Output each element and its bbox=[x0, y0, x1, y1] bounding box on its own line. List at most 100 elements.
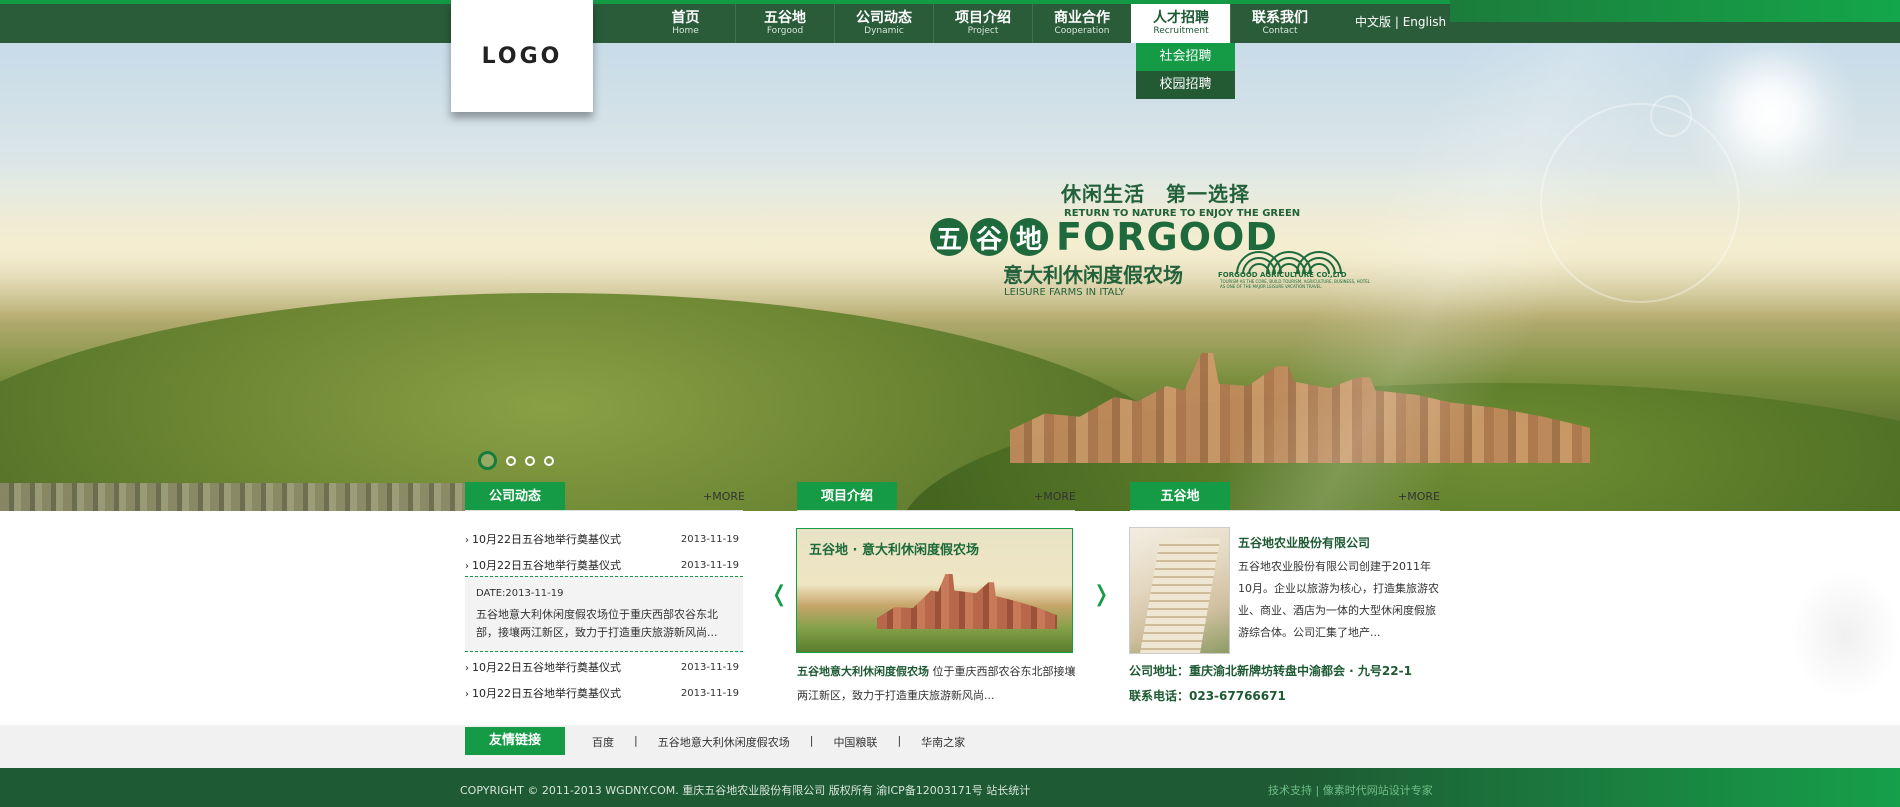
tab-news[interactable]: 公司动态 bbox=[465, 482, 565, 511]
company-intro: 五谷地农业股份有限公司创建于2011年10月。企业以旅游为核心，打造集旅游农业、… bbox=[1238, 560, 1439, 639]
nav-sublabel: Home bbox=[672, 26, 699, 36]
nav-sublabel: Dynamic bbox=[864, 26, 904, 36]
project-image-title: 五谷地 · 意大利休闲度假农场 bbox=[809, 543, 979, 558]
nav-label: 商业合作 bbox=[1054, 10, 1110, 26]
language-switch: 中文版 | English bbox=[1355, 13, 1446, 30]
dropdown-item-campus[interactable]: 校园招聘 bbox=[1136, 71, 1235, 99]
slider-pagination bbox=[478, 451, 563, 470]
hero-slogan: 休闲生活 第一选择 bbox=[1061, 182, 1250, 206]
chevron-right-icon: › bbox=[465, 689, 469, 700]
tab-project[interactable]: 项目介绍 bbox=[797, 482, 897, 511]
hero-brand: 五 谷 地 FORGOOD bbox=[930, 215, 1278, 259]
news-title: 10月22日五谷地举行奠基仪式 bbox=[472, 559, 621, 572]
news-title: 10月22日五谷地举行奠基仪式 bbox=[472, 687, 621, 700]
link-item[interactable]: 华南之家 bbox=[921, 734, 965, 750]
company-tagline: TOURISM AS THE CORE, BUILD TOURISM, AGRI… bbox=[1220, 279, 1371, 289]
brand-char: 五 bbox=[930, 218, 968, 256]
logo-text: LOGO bbox=[481, 43, 563, 69]
divider bbox=[797, 510, 1075, 511]
project-description: 五谷地意大利休闲度假农场 位于重庆西部农谷东北部接壤两江新区，致力于打造重庆旅游… bbox=[797, 660, 1077, 708]
chevron-right-icon: › bbox=[465, 561, 469, 572]
news-list-top: › 10月22日五谷地举行奠基仪式 2013-11-19 › 10月22日五谷地举行… bbox=[465, 527, 743, 579]
news-item[interactable]: › 10月22日五谷地举行奠基仪式 2013-11-19 bbox=[465, 681, 743, 707]
nav-item-project[interactable]: 项目介绍 Project bbox=[933, 4, 1032, 43]
lang-english-link[interactable]: English bbox=[1403, 15, 1446, 29]
nav-item-contact[interactable]: 联系我们 Contact bbox=[1230, 4, 1329, 43]
nav-sublabel: Contact bbox=[1262, 26, 1298, 36]
link-separator: | bbox=[634, 734, 638, 747]
chevron-right-icon: › bbox=[465, 535, 469, 546]
divider bbox=[465, 510, 743, 511]
company-address: 公司地址：重庆渝北新牌坊转盘中渝都会 · 九号22-1 bbox=[1129, 664, 1412, 678]
news-list-bottom: › 10月22日五谷地举行奠基仪式 2013-11-19 › 10月22日五谷地举行… bbox=[465, 655, 743, 707]
nav-label: 公司动态 bbox=[856, 10, 912, 26]
company-building-image[interactable] bbox=[1129, 527, 1230, 654]
company-phone: 联系电话：023-67766671 bbox=[1129, 689, 1286, 703]
hero-subtitle: 意大利休闲度假农场 bbox=[1003, 263, 1183, 287]
lang-separator: | bbox=[1394, 15, 1399, 29]
nav-label: 五谷地 bbox=[764, 10, 806, 26]
news-featured-text: 五谷地意大利休闲度假农场位于重庆西部农谷东北部，接壤两江新区，致力于打造重庆旅游… bbox=[476, 608, 718, 639]
slider-dot[interactable] bbox=[506, 455, 516, 466]
news-date: 2013-11-19 bbox=[680, 534, 739, 545]
nav-sublabel: Project bbox=[967, 26, 999, 36]
carousel-prev-button[interactable]: ❬ bbox=[770, 582, 788, 607]
lang-chinese-link[interactable]: 中文版 bbox=[1355, 15, 1391, 29]
project-image-towers bbox=[877, 574, 1057, 629]
link-separator: | bbox=[897, 734, 902, 747]
wheat-decoration bbox=[1790, 570, 1900, 700]
news-featured-date: DATE:2013-11-19 bbox=[476, 588, 564, 599]
nav-item-forgood[interactable]: 五谷地 Forgood bbox=[735, 4, 834, 43]
nav-label: 项目介绍 bbox=[955, 10, 1011, 26]
dropdown-item-social[interactable]: 社会招聘 bbox=[1136, 43, 1235, 71]
recruitment-dropdown: 社会招聘 校园招聘 bbox=[1136, 43, 1235, 99]
link-item[interactable]: 五谷地意大利休闲度假农场 bbox=[658, 734, 790, 750]
news-item[interactable]: › 10月22日五谷地举行奠基仪式 2013-11-19 bbox=[465, 527, 743, 553]
project-more-link[interactable]: +MORE bbox=[1034, 490, 1076, 503]
news-featured[interactable]: DATE:2013-11-19 五谷地意大利休闲度假农场位于重庆西部农谷东北部，… bbox=[465, 576, 743, 652]
news-title: 10月22日五谷地举行奠基仪式 bbox=[472, 533, 621, 546]
brand-char: 谷 bbox=[970, 218, 1008, 256]
news-title: 10月22日五谷地举行奠基仪式 bbox=[472, 661, 621, 674]
nav-label: 人才招聘 bbox=[1153, 10, 1209, 26]
logo[interactable]: LOGO bbox=[451, 0, 593, 112]
slider-dot[interactable] bbox=[478, 451, 497, 470]
forgood-more-link[interactable]: +MORE bbox=[1398, 490, 1440, 503]
company-emblem-icon bbox=[1236, 251, 1342, 274]
nav-item-cooperation[interactable]: 商业合作 Cooperation bbox=[1032, 4, 1131, 43]
hero-subtitle-en: LEISURE FARMS IN ITALY bbox=[1004, 287, 1125, 298]
carousel-next-button[interactable]: ❭ bbox=[1092, 582, 1110, 607]
news-more-link[interactable]: +MORE bbox=[703, 490, 745, 503]
tab-friendly-links: 友情链接 bbox=[465, 727, 565, 755]
news-date: 2013-11-19 bbox=[680, 688, 739, 699]
link-item[interactable]: 百度 bbox=[592, 734, 614, 750]
nav-item-dynamic[interactable]: 公司动态 Dynamic bbox=[834, 4, 933, 43]
nav-item-recruitment[interactable]: 人才招聘 Recruitment bbox=[1131, 4, 1230, 43]
slider-dot[interactable] bbox=[544, 455, 554, 466]
nav-sublabel: Recruitment bbox=[1153, 26, 1209, 36]
nav-label: 首页 bbox=[671, 10, 700, 26]
company-name-en: FORGOOD AGRICULTURE CO.,LTD bbox=[1218, 271, 1347, 279]
nav-label: 联系我们 bbox=[1252, 10, 1308, 26]
slider-dot[interactable] bbox=[525, 455, 535, 466]
link-separator: | bbox=[809, 734, 814, 747]
footer-credit[interactable]: 技术支持 | 像素时代网站设计专家 bbox=[1268, 782, 1433, 798]
chevron-right-icon: › bbox=[465, 663, 469, 674]
divider bbox=[1130, 510, 1440, 511]
project-image[interactable]: 五谷地 · 意大利休闲度假农场 bbox=[796, 528, 1073, 653]
nav-item-home[interactable]: 首页 Home bbox=[636, 4, 735, 43]
link-item[interactable]: 中国粮联 bbox=[833, 734, 877, 750]
brand-char: 地 bbox=[1010, 218, 1048, 256]
project-desc-title: 五谷地意大利休闲度假农场 bbox=[797, 665, 929, 678]
copyright-text: COPYRIGHT © 2011-2013 WGDNY.COM. 重庆五谷地农业… bbox=[460, 784, 1031, 797]
company-name[interactable]: 五谷地农业股份有限公司 bbox=[1238, 534, 1370, 551]
nav-sublabel: Forgood bbox=[766, 26, 804, 36]
tab-forgood[interactable]: 五谷地 bbox=[1130, 482, 1230, 511]
main-nav: 首页 Home 五谷地 Forgood 公司动态 Dynamic 项目介绍 Pr… bbox=[636, 4, 1329, 43]
hero-banner bbox=[0, 43, 1900, 511]
news-item[interactable]: › 10月22日五谷地举行奠基仪式 2013-11-19 bbox=[465, 655, 743, 681]
top-bar-gradient bbox=[1450, 0, 1900, 22]
news-date: 2013-11-19 bbox=[680, 662, 739, 673]
nav-sublabel: Cooperation bbox=[1054, 26, 1110, 36]
hero-rocks bbox=[0, 483, 470, 511]
